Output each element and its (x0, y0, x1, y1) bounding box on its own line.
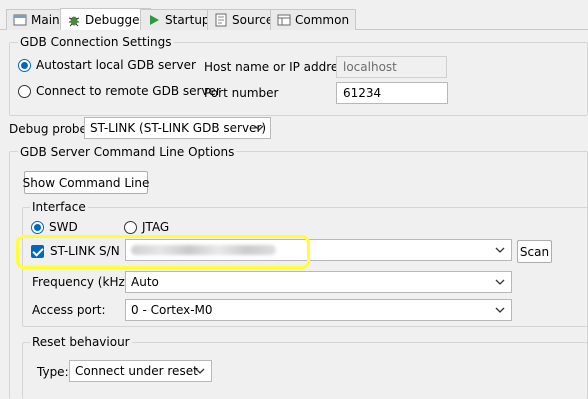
connect-remote-label: Connect to remote GDB server (36, 84, 221, 98)
radio-selected-icon (31, 220, 44, 234)
chevron-down-icon (495, 307, 505, 313)
common-icon (277, 13, 291, 27)
chevron-down-icon (495, 247, 505, 253)
reset-type-select[interactable]: Connect under reset (69, 360, 212, 382)
access-port-value: 0 - Cortex-M0 (131, 303, 213, 317)
chevron-down-icon (254, 125, 264, 131)
jtag-radio[interactable]: JTAG (124, 220, 169, 234)
frequency-label: Frequency (kHz): (32, 275, 134, 289)
main-icon (13, 13, 27, 27)
tab-startup[interactable]: Startup (140, 9, 217, 30)
gdb-server-options-title: GDB Server Command Line Options (18, 145, 237, 159)
access-port-select[interactable]: 0 - Cortex-M0 (125, 299, 512, 321)
tab-bar: Main Debugger Startup Source Common (0, 0, 588, 31)
debug-probe-label: Debug probe (9, 122, 87, 136)
host-name-input[interactable]: localhost (336, 56, 447, 78)
debugger-panel: GDB Connection Settings Autostart local … (0, 30, 588, 399)
tab-debugger-label: Debugger (85, 13, 145, 27)
autostart-local-radio[interactable]: Autostart local GDB server (18, 58, 196, 72)
chevron-down-icon (195, 368, 205, 374)
startup-play-icon (147, 13, 161, 27)
debug-probe-value: ST-LINK (ST-LINK GDB server) (90, 121, 267, 135)
gdb-connection-group (9, 42, 588, 116)
tab-debugger[interactable]: Debugger (60, 8, 152, 31)
reset-type-value: Connect under reset (75, 364, 198, 378)
tab-common[interactable]: Common (270, 9, 357, 30)
swd-radio[interactable]: SWD (31, 220, 78, 234)
swd-label: SWD (49, 220, 78, 234)
reset-behaviour-title: Reset behaviour (30, 335, 132, 349)
port-number-label: Port number (204, 86, 279, 100)
highlight-annotation (16, 235, 310, 269)
radio-selected-icon (18, 58, 31, 72)
tab-main[interactable]: Main (6, 9, 67, 30)
tab-main-label: Main (31, 13, 60, 27)
tab-common-label: Common (295, 13, 350, 27)
jtag-label: JTAG (142, 220, 170, 234)
tab-startup-label: Startup (165, 13, 210, 27)
gdb-connection-title: GDB Connection Settings (18, 35, 174, 49)
scan-button[interactable]: Scan (517, 240, 552, 263)
debugger-bug-icon (67, 13, 81, 27)
access-port-label: Access port: (32, 303, 106, 317)
connect-remote-radio[interactable]: Connect to remote GDB server (18, 84, 221, 98)
debug-probe-select[interactable]: ST-LINK (ST-LINK GDB server) (84, 117, 271, 139)
show-command-line-button[interactable]: Show Command Line (23, 171, 149, 194)
host-name-label: Host name or IP address (204, 60, 351, 74)
interface-title: Interface (30, 200, 88, 214)
radio-unselected-icon (124, 220, 137, 234)
source-icon (214, 13, 228, 27)
reset-type-label: Type: (37, 365, 69, 379)
port-number-input[interactable]: 61234 (336, 82, 448, 104)
frequency-select[interactable]: Auto (125, 271, 512, 293)
autostart-local-label: Autostart local GDB server (36, 58, 196, 72)
chevron-down-icon (495, 279, 505, 285)
frequency-value: Auto (131, 275, 159, 289)
tab-source-label: Source (232, 13, 274, 27)
radio-unselected-icon (18, 84, 31, 98)
